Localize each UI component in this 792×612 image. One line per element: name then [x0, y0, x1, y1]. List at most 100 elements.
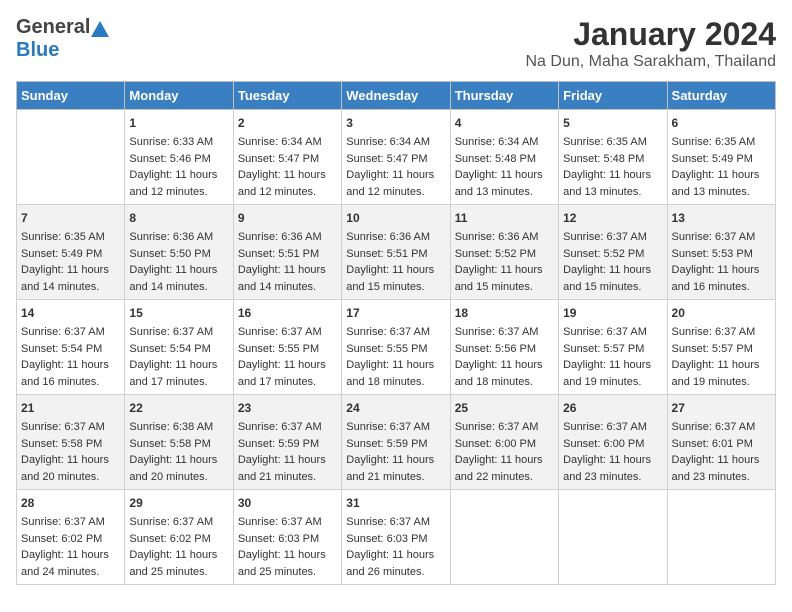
- day-number: 6: [672, 114, 771, 132]
- calendar-cell: 18Sunrise: 6:37 AMSunset: 5:56 PMDayligh…: [450, 300, 558, 395]
- sunrise-text: Sunrise: 6:37 AM: [346, 326, 430, 338]
- sunset-text: Sunset: 5:54 PM: [21, 343, 102, 355]
- sunset-text: Sunset: 6:02 PM: [21, 533, 102, 545]
- sunset-text: Sunset: 5:59 PM: [346, 438, 427, 450]
- calendar-cell: 10Sunrise: 6:36 AMSunset: 5:51 PMDayligh…: [342, 205, 450, 300]
- daylight-text: Daylight: 11 hours and 17 minutes.: [129, 359, 217, 388]
- sunset-text: Sunset: 5:58 PM: [21, 438, 102, 450]
- calendar-cell: 7Sunrise: 6:35 AMSunset: 5:49 PMDaylight…: [17, 205, 125, 300]
- daylight-text: Daylight: 11 hours and 14 minutes.: [129, 264, 217, 293]
- sunrise-text: Sunrise: 6:36 AM: [129, 231, 213, 243]
- daylight-text: Daylight: 11 hours and 12 minutes.: [129, 169, 217, 198]
- daylight-text: Daylight: 11 hours and 16 minutes.: [21, 359, 109, 388]
- day-number: 24: [346, 399, 445, 417]
- calendar-cell: [667, 490, 775, 585]
- day-number: 27: [672, 399, 771, 417]
- daylight-text: Daylight: 11 hours and 14 minutes.: [238, 264, 326, 293]
- sunset-text: Sunset: 5:49 PM: [21, 248, 102, 260]
- calendar-cell: 24Sunrise: 6:37 AMSunset: 5:59 PMDayligh…: [342, 395, 450, 490]
- sunset-text: Sunset: 5:57 PM: [563, 343, 644, 355]
- daylight-text: Daylight: 11 hours and 21 minutes.: [346, 454, 434, 483]
- daylight-text: Daylight: 11 hours and 15 minutes.: [455, 264, 543, 293]
- daylight-text: Daylight: 11 hours and 15 minutes.: [563, 264, 651, 293]
- day-number: 25: [455, 399, 554, 417]
- daylight-text: Daylight: 11 hours and 13 minutes.: [672, 169, 760, 198]
- sunrise-text: Sunrise: 6:36 AM: [455, 231, 539, 243]
- calendar-cell: 27Sunrise: 6:37 AMSunset: 6:01 PMDayligh…: [667, 395, 775, 490]
- sunrise-text: Sunrise: 6:37 AM: [563, 421, 647, 433]
- sunrise-text: Sunrise: 6:37 AM: [21, 326, 105, 338]
- sunset-text: Sunset: 5:47 PM: [346, 153, 427, 165]
- sunrise-text: Sunrise: 6:37 AM: [455, 326, 539, 338]
- daylight-text: Daylight: 11 hours and 20 minutes.: [21, 454, 109, 483]
- day-number: 15: [129, 304, 228, 322]
- sunrise-text: Sunrise: 6:37 AM: [563, 326, 647, 338]
- calendar-cell: 4Sunrise: 6:34 AMSunset: 5:48 PMDaylight…: [450, 110, 558, 205]
- sunrise-text: Sunrise: 6:37 AM: [238, 516, 322, 528]
- sunset-text: Sunset: 5:51 PM: [238, 248, 319, 260]
- calendar-cell: 20Sunrise: 6:37 AMSunset: 5:57 PMDayligh…: [667, 300, 775, 395]
- daylight-text: Daylight: 11 hours and 13 minutes.: [455, 169, 543, 198]
- day-number: 13: [672, 209, 771, 227]
- day-number: 5: [563, 114, 662, 132]
- calendar-cell: 15Sunrise: 6:37 AMSunset: 5:54 PMDayligh…: [125, 300, 233, 395]
- daylight-text: Daylight: 11 hours and 12 minutes.: [238, 169, 326, 198]
- calendar-cell: [559, 490, 667, 585]
- day-number: 26: [563, 399, 662, 417]
- calendar-week-5: 28 Sunrise: 6:37 AM Sunset: 6:02 PM Dayligh…: [17, 490, 776, 585]
- sunrise-text: Sunrise: 6:37 AM: [21, 516, 105, 528]
- sunset-text: Sunset: 6:02 PM: [129, 533, 210, 545]
- sunset-text: Sunset: 6:01 PM: [672, 438, 753, 450]
- calendar-cell: 2 Sunrise: 6:34 AM Sunset: 5:47 PM Daylight…: [233, 110, 341, 205]
- sunset-text: Sunset: 6:00 PM: [455, 438, 536, 450]
- day-number: 29: [129, 494, 228, 512]
- calendar-cell: 23Sunrise: 6:37 AMSunset: 5:59 PMDayligh…: [233, 395, 341, 490]
- daylight-text: Daylight: 11 hours and 25 minutes.: [129, 549, 217, 578]
- weekday-header-tuesday: Tuesday: [233, 82, 341, 110]
- sunset-text: Sunset: 5:48 PM: [563, 153, 644, 165]
- title-area: January 2024 Na Dun, Maha Sarakham, Thai…: [525, 16, 776, 71]
- day-number: 1: [129, 114, 228, 132]
- calendar-cell: 21Sunrise: 6:37 AMSunset: 5:58 PMDayligh…: [17, 395, 125, 490]
- weekday-header-friday: Friday: [559, 82, 667, 110]
- sunset-text: Sunset: 5:49 PM: [672, 153, 753, 165]
- sunrise-text: Sunrise: 6:37 AM: [21, 421, 105, 433]
- calendar-cell: 16Sunrise: 6:37 AMSunset: 5:55 PMDayligh…: [233, 300, 341, 395]
- calendar-body: 1Sunrise: 6:33 AMSunset: 5:46 PMDaylight…: [17, 110, 776, 585]
- sunrise-text: Sunrise: 6:34 AM: [238, 136, 322, 148]
- sunrise-text: Sunrise: 6:36 AM: [346, 231, 430, 243]
- calendar-cell: 29 Sunrise: 6:37 AM Sunset: 6:02 PM Dayligh…: [125, 490, 233, 585]
- daylight-text: Daylight: 11 hours and 23 minutes.: [672, 454, 760, 483]
- day-number: 7: [21, 209, 120, 227]
- sunrise-text: Sunrise: 6:35 AM: [21, 231, 105, 243]
- sunset-text: Sunset: 5:59 PM: [238, 438, 319, 450]
- logo-blue: Blue: [16, 39, 59, 62]
- daylight-text: Daylight: 11 hours and 12 minutes.: [346, 169, 434, 198]
- sunrise-text: Sunrise: 6:37 AM: [129, 516, 213, 528]
- weekday-header-thursday: Thursday: [450, 82, 558, 110]
- sunrise-text: Sunrise: 6:37 AM: [672, 326, 756, 338]
- daylight-text: Daylight: 11 hours and 24 minutes.: [21, 549, 109, 578]
- sunset-text: Sunset: 5:58 PM: [129, 438, 210, 450]
- weekday-header-monday: Monday: [125, 82, 233, 110]
- daylight-text: Daylight: 11 hours and 21 minutes.: [238, 454, 326, 483]
- day-number: 14: [21, 304, 120, 322]
- calendar-cell: 14 Sunrise: 6:37 AM Sunset: 5:54 PM Dayligh…: [17, 300, 125, 395]
- sunset-text: Sunset: 5:52 PM: [563, 248, 644, 260]
- sunset-text: Sunset: 5:48 PM: [455, 153, 536, 165]
- logo-general: General: [16, 16, 90, 39]
- daylight-text: Daylight: 11 hours and 25 minutes.: [238, 549, 326, 578]
- sunrise-text: Sunrise: 6:34 AM: [455, 136, 539, 148]
- calendar-cell: [17, 110, 125, 205]
- sunset-text: Sunset: 6:03 PM: [346, 533, 427, 545]
- calendar-cell: 30Sunrise: 6:37 AMSunset: 6:03 PMDayligh…: [233, 490, 341, 585]
- daylight-text: Daylight: 11 hours and 19 minutes.: [672, 359, 760, 388]
- day-number: 28: [21, 494, 120, 512]
- sunrise-text: Sunrise: 6:37 AM: [238, 326, 322, 338]
- day-number: 11: [455, 209, 554, 227]
- day-number: 2: [238, 114, 337, 132]
- sunrise-text: Sunrise: 6:35 AM: [563, 136, 647, 148]
- sunset-text: Sunset: 5:46 PM: [129, 153, 210, 165]
- daylight-text: Daylight: 11 hours and 19 minutes.: [563, 359, 651, 388]
- sunset-text: Sunset: 5:47 PM: [238, 153, 319, 165]
